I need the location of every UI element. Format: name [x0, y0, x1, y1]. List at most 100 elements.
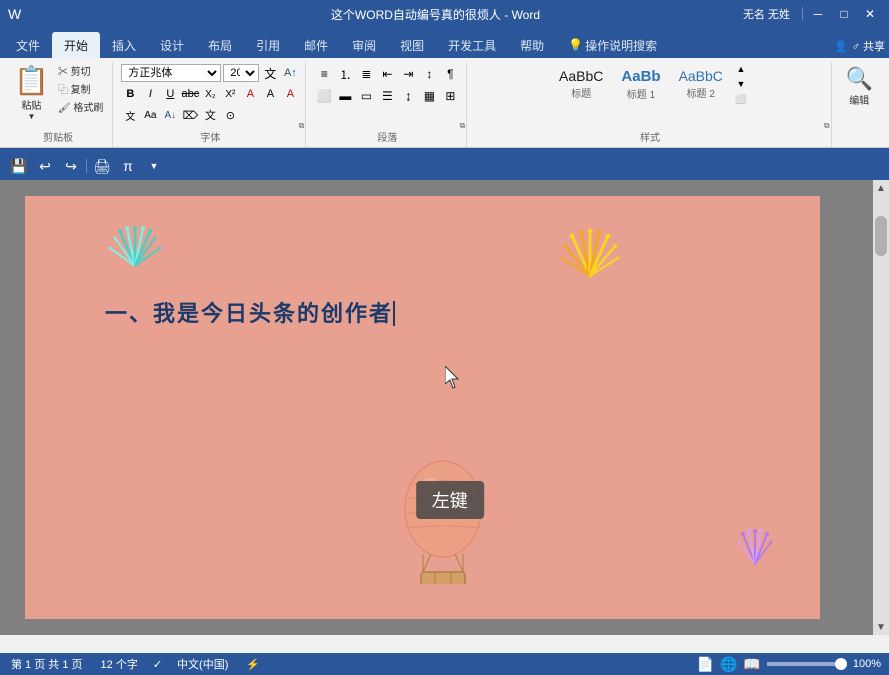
style-label-h2: 标题 2 — [687, 85, 715, 100]
border-button[interactable]: ⊞ — [440, 86, 460, 106]
tab-view[interactable]: 视图 — [388, 32, 436, 58]
minimize-button[interactable]: ─ — [807, 5, 829, 23]
editing-button[interactable]: 🔍 编辑 — [840, 62, 879, 111]
wenzishangfang-button[interactable]: 文 — [121, 106, 139, 124]
redo-quick-button[interactable]: ↪ — [60, 155, 82, 177]
style-item-h1[interactable]: AaBb 标题 1 — [614, 65, 667, 104]
eraser-icon: ⌦ — [183, 109, 199, 122]
pinyin-button[interactable]: 文 — [201, 106, 219, 124]
font-size-select[interactable]: 20 — [223, 64, 259, 82]
align-left-button[interactable]: ⬜ — [314, 86, 334, 106]
style-more-button[interactable]: ⬜ — [734, 92, 748, 106]
tab-file[interactable]: 文件 — [4, 32, 52, 58]
styles-dialog-launcher[interactable]: ⧉ — [824, 121, 830, 131]
style-item-h2[interactable]: AaBbC 标题 2 — [672, 65, 730, 103]
strikethrough-button[interactable]: abc — [181, 85, 199, 103]
close-button[interactable]: ✕ — [859, 5, 881, 23]
sort-button[interactable]: ↕ — [419, 64, 439, 84]
clear-format-button[interactable]: ⌦ — [181, 106, 199, 124]
bullet-icon: ≡ — [321, 67, 328, 81]
maximize-button[interactable]: □ — [833, 5, 855, 23]
underline-button[interactable]: U — [161, 85, 179, 103]
indent-decrease-button[interactable]: ⇤ — [377, 64, 397, 84]
style-item-title[interactable]: AaBbC 标题 — [552, 65, 610, 103]
zoom-slider[interactable] — [767, 662, 847, 666]
tab-home[interactable]: 开始 — [52, 32, 100, 58]
superscript-button[interactable]: X² — [221, 85, 239, 103]
bullet-list-button[interactable]: ≡ — [314, 64, 334, 84]
scroll-down-arrow[interactable]: ▼ — [873, 619, 889, 635]
tab-search[interactable]: 💡 操作说明搜索 — [556, 32, 669, 58]
paste-button[interactable]: 📋 粘贴 ▼ — [10, 62, 53, 123]
shading-icon: ▦ — [424, 89, 435, 103]
format-label: 格式刷 — [73, 103, 103, 114]
char-style-button[interactable]: A — [241, 85, 259, 103]
font-dialog-launcher[interactable]: ⧉ — [299, 121, 305, 131]
tab-developer[interactable]: 开发工具 — [436, 32, 508, 58]
subscript-button[interactable]: X₂ — [201, 85, 219, 103]
ribbon-tab-bar: 文件 开始 插入 设计 布局 引用 邮件 审阅 视图 开发工具 帮助 💡 操作说… — [0, 28, 889, 58]
justify-button[interactable]: ☰ — [377, 86, 397, 106]
tab-help[interactable]: 帮助 — [508, 32, 556, 58]
style-scroll-down[interactable]: ▼ — [734, 77, 748, 91]
title-bar: W 这个WORD自动编号真的很烦人 - Word 无名 无姓 ─ □ ✕ — [0, 0, 889, 28]
numbered-list-button[interactable]: ⒈ — [335, 64, 355, 84]
format-brush-button[interactable]: 🖌 格式刷 — [55, 98, 106, 115]
style-scroll-up[interactable]: ▲ — [734, 62, 748, 76]
tab-mailings[interactable]: 邮件 — [292, 32, 340, 58]
tab-review[interactable]: 审阅 — [340, 32, 388, 58]
print-quick-button[interactable]: 🖨 — [91, 155, 113, 177]
undo-quick-button[interactable]: ↩ — [34, 155, 56, 177]
font-color-button[interactable]: A — [281, 85, 299, 103]
vertical-scrollbar[interactable]: ▲ ▼ — [873, 180, 889, 635]
font-group: 方正兆体 20 文 A↑ B I U abc X₂ X² A A A 文 — [115, 62, 306, 147]
view-print-button[interactable]: 📄 — [697, 656, 714, 673]
fontsize-down-button[interactable]: A↓ — [161, 106, 179, 124]
copy-button[interactable]: ⿻ 复制 — [55, 80, 106, 97]
fontsize-up-button[interactable]: A↑ — [281, 64, 299, 82]
bold-button[interactable]: B — [121, 85, 139, 103]
para-dialog-launcher[interactable]: ⧉ — [460, 121, 466, 131]
multilevel-icon: ≣ — [361, 67, 371, 81]
align-right-button[interactable]: ▭ — [356, 86, 376, 106]
page-info[interactable]: 第 1 页 共 1 页 — [8, 655, 86, 673]
style-scroll-buttons: ▲ ▼ ⬜ — [734, 62, 748, 106]
show-marks-button[interactable]: ¶ — [440, 64, 460, 84]
tab-insert[interactable]: 插入 — [100, 32, 148, 58]
view-reading-button[interactable]: 📖 — [743, 656, 760, 673]
para-list-row: ≡ ⒈ ≣ ⇤ ⇥ ↕ ¶ — [314, 64, 460, 84]
document-page: 一、我是今日头条的创作者​ 左键 — [25, 196, 820, 619]
fontcolor-icon: A — [287, 88, 294, 100]
document-content[interactable]: 一、我是今日头条的创作者​ — [105, 296, 395, 328]
quick-access-toolbar: 💾 ↩ ↪ 🖨 π ▼ — [0, 152, 889, 180]
share-button[interactable]: 👤 ♂ 共享 — [834, 38, 885, 58]
char-count[interactable]: 12 个字 — [98, 655, 141, 673]
cut-button[interactable]: ✂ 剪切 — [55, 62, 106, 79]
scroll-thumb[interactable] — [875, 216, 887, 256]
line-spacing-button[interactable]: ↨ — [398, 86, 418, 106]
tab-layout[interactable]: 布局 — [196, 32, 244, 58]
paste-dropdown-icon: ▼ — [27, 112, 35, 121]
multilevel-list-button[interactable]: ≣ — [356, 64, 376, 84]
zoom-thumb[interactable] — [835, 658, 847, 670]
font-name-row: 方正兆体 20 文 A↑ — [121, 64, 299, 82]
pi-quick-button[interactable]: π — [117, 155, 139, 177]
tab-references[interactable]: 引用 — [244, 32, 292, 58]
tab-design[interactable]: 设计 — [148, 32, 196, 58]
scroll-up-arrow[interactable]: ▲ — [873, 180, 889, 196]
view-web-button[interactable]: 🌐 — [720, 656, 737, 673]
paragraph-group-label: 段落 — [308, 129, 466, 144]
save-quick-button[interactable]: 💾 — [8, 155, 30, 177]
shading-button[interactable]: ▦ — [419, 86, 439, 106]
indent-increase-button[interactable]: ⇥ — [398, 64, 418, 84]
font-name-select[interactable]: 方正兆体 — [121, 64, 221, 82]
italic-button[interactable]: I — [141, 85, 159, 103]
wen-button[interactable]: 文 — [261, 64, 279, 82]
highlight-button[interactable]: A — [261, 85, 279, 103]
accessibility-info[interactable]: ⚡ — [243, 657, 263, 672]
language-info[interactable]: 中文(中国) — [174, 655, 231, 673]
align-center-button[interactable]: ▬ — [335, 86, 355, 106]
encircle-button[interactable]: ⊙ — [221, 106, 239, 124]
ying-button[interactable]: Aa — [141, 106, 159, 124]
customize-quick-access[interactable]: ▼ — [143, 155, 165, 177]
